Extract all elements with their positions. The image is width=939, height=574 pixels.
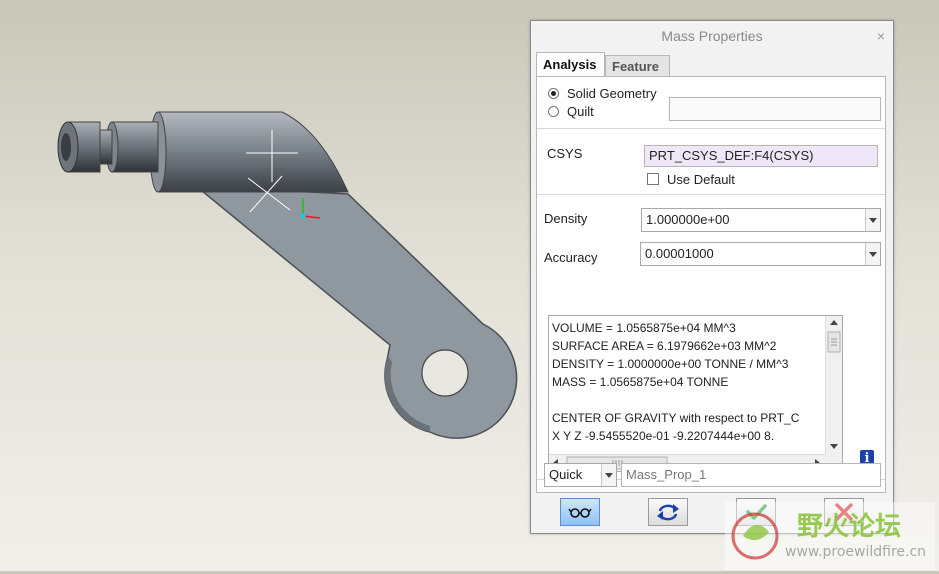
results-textarea[interactable]: VOLUME = 1.0565875e+04 MM^3 SURFACE AREA… (548, 315, 843, 472)
analysis-type-combo[interactable]: Quick (544, 463, 617, 487)
accuracy-value: 0.00001000 (645, 246, 714, 261)
repeat-icon (657, 504, 679, 521)
csys-field[interactable]: PRT_CSYS_DEF:F4(CSYS) (644, 145, 878, 167)
glasses-icon (568, 508, 592, 518)
watermark-url: www.proewildfire.cn (785, 544, 927, 560)
solid-geometry-radio[interactable] (548, 88, 559, 99)
dialog-title: Mass Properties (661, 28, 763, 44)
chevron-down-icon[interactable] (601, 464, 616, 486)
use-default-checkbox[interactable] (647, 173, 659, 185)
density-combo[interactable]: 1.000000e+00 (641, 208, 881, 232)
csys-label: CSYS (547, 146, 583, 161)
divider (537, 128, 885, 129)
quilt-input[interactable] (669, 97, 881, 121)
result-line: SURFACE AREA = 6.1979662e+03 MM^2 (552, 339, 777, 353)
result-line: CENTER OF GRAVITY with respect to PRT_C (552, 411, 800, 425)
mass-properties-dialog: Mass Properties × Analysis Feature Solid… (530, 20, 894, 534)
quilt-radio[interactable] (548, 106, 559, 117)
repeat-button[interactable] (648, 498, 688, 526)
close-button[interactable]: × (877, 21, 885, 51)
divider (537, 194, 885, 195)
vertical-scrollbar[interactable] (825, 316, 842, 455)
use-default-label: Use Default (667, 172, 735, 187)
forum-watermark: 野火论坛 www.proewildfire.cn (725, 502, 935, 570)
analysis-type-value: Quick (549, 467, 583, 482)
result-line: VOLUME = 1.0565875e+04 MM^3 (552, 321, 736, 335)
solid-geometry-label: Solid Geometry (567, 86, 657, 101)
result-line: X Y Z -9.5455520e-01 -9.2207444e+00 8. (552, 429, 775, 443)
watermark-title: 野火论坛 (797, 512, 902, 542)
analysis-name-field[interactable]: Mass_Prop_1 (621, 463, 881, 487)
density-label: Density (544, 211, 588, 226)
tab-feature[interactable]: Feature (605, 55, 670, 76)
density-value: 1.000000e+00 (646, 212, 730, 227)
accuracy-label: Accuracy (544, 250, 598, 265)
result-line: DENSITY = 1.0000000e+00 TONNE / MM^3 (552, 357, 789, 371)
preview-button[interactable] (560, 498, 600, 526)
chevron-down-icon[interactable] (865, 243, 880, 265)
result-line: MASS = 1.0565875e+04 TONNE (552, 375, 729, 389)
accuracy-combo[interactable]: 0.00001000 (640, 242, 881, 266)
quilt-label: Quilt (567, 104, 594, 119)
tab-analysis[interactable]: Analysis (536, 52, 605, 77)
chevron-down-icon[interactable] (865, 209, 880, 231)
analysis-panel: Solid Geometry Quilt CSYS PRT_CSYS_DEF:F… (536, 76, 886, 493)
